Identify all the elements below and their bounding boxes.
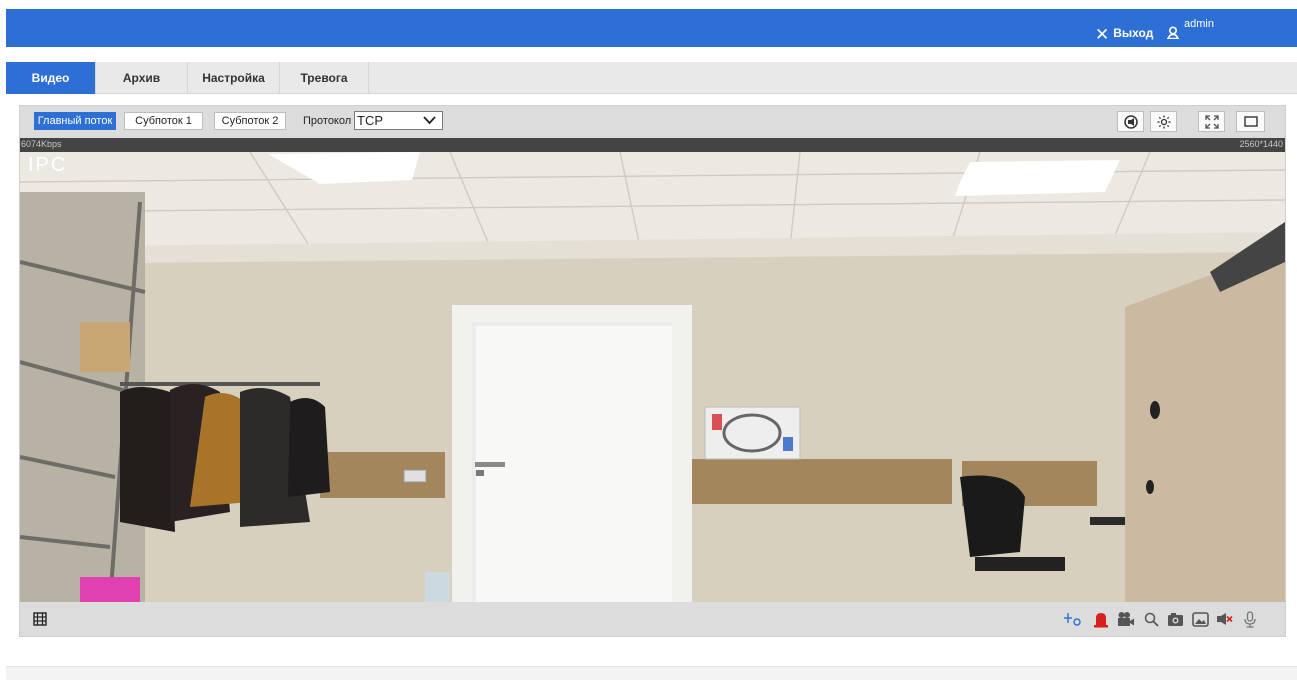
video-panel: Главный поток Субпоток 1 Субпоток 2 Прот… <box>19 105 1286 637</box>
tab-settings[interactable]: Настройка <box>188 62 280 94</box>
ptz-icon <box>1064 613 1081 626</box>
speaker-icon <box>1123 114 1138 129</box>
close-icon: ✕ <box>1095 25 1110 44</box>
window-icon <box>1243 116 1258 127</box>
record-button[interactable] <box>1116 609 1136 629</box>
live-video-view[interactable]: IPC <box>20 152 1285 602</box>
image-button[interactable] <box>1190 609 1210 629</box>
app-root: ✕ Выход admin Видео Архив Настройка Трев… <box>0 0 1297 680</box>
audio-mute-button[interactable] <box>1214 609 1234 629</box>
user-icon <box>1167 26 1179 39</box>
film-icon <box>33 612 47 626</box>
image-icon <box>1191 611 1209 627</box>
film-button[interactable] <box>30 609 50 629</box>
protocol-select[interactable]: TCP <box>354 111 443 130</box>
main-tabs: Видео Архив Настройка Тревога <box>6 62 1297 94</box>
brightness-button[interactable] <box>1150 111 1177 132</box>
substream-2-button[interactable]: Субпоток 2 <box>214 112 286 130</box>
zoom-button[interactable] <box>1141 609 1161 629</box>
top-bar: ✕ Выход admin <box>6 9 1297 47</box>
ptz-button[interactable] <box>1063 609 1083 629</box>
video-control-bar <box>20 602 1285 636</box>
user-menu[interactable]: admin <box>1166 18 1214 39</box>
window-mode-button[interactable] <box>1236 111 1265 132</box>
camera-scene <box>20 152 1285 602</box>
stream-toolbar: Главный поток Субпоток 1 Субпоток 2 Прот… <box>20 106 1285 138</box>
microphone-button[interactable] <box>1240 609 1260 629</box>
footer-bar <box>6 666 1297 680</box>
username: admin <box>1184 18 1214 30</box>
protocol-value: TCP <box>357 113 383 128</box>
resolution-readout: 2560*1440 <box>1239 139 1283 149</box>
fullscreen-button[interactable] <box>1198 111 1225 132</box>
bitrate-readout: 6074Kbps <box>21 139 62 149</box>
microphone-icon <box>1244 610 1256 628</box>
tab-video[interactable]: Видео <box>6 62 96 94</box>
record-icon <box>1118 612 1134 626</box>
fullscreen-icon <box>1204 114 1219 129</box>
zoom-icon <box>1144 612 1159 627</box>
main-stream-button[interactable]: Главный поток <box>34 112 116 130</box>
tab-archive[interactable]: Архив <box>96 62 188 94</box>
snapshot-button[interactable] <box>1165 609 1185 629</box>
osd-camera-label: IPC <box>28 154 68 176</box>
speaker-button[interactable] <box>1117 111 1144 132</box>
protocol-label: Протокол <box>303 115 352 127</box>
brightness-icon <box>1157 115 1170 128</box>
substream-1-button[interactable]: Субпоток 1 <box>124 112 203 130</box>
alarm-button[interactable] <box>1091 609 1111 629</box>
snapshot-icon <box>1167 612 1183 626</box>
logout-button[interactable]: ✕ Выход <box>1095 22 1154 44</box>
alarm-icon <box>1094 612 1108 627</box>
chevron-down-icon <box>423 116 436 125</box>
tab-alarm[interactable]: Тревога <box>280 62 369 94</box>
video-info-bar: 6074Kbps 2560*1440 <box>20 138 1285 152</box>
logout-label: Выход <box>1113 25 1154 40</box>
audio-mute-icon <box>1216 613 1233 625</box>
